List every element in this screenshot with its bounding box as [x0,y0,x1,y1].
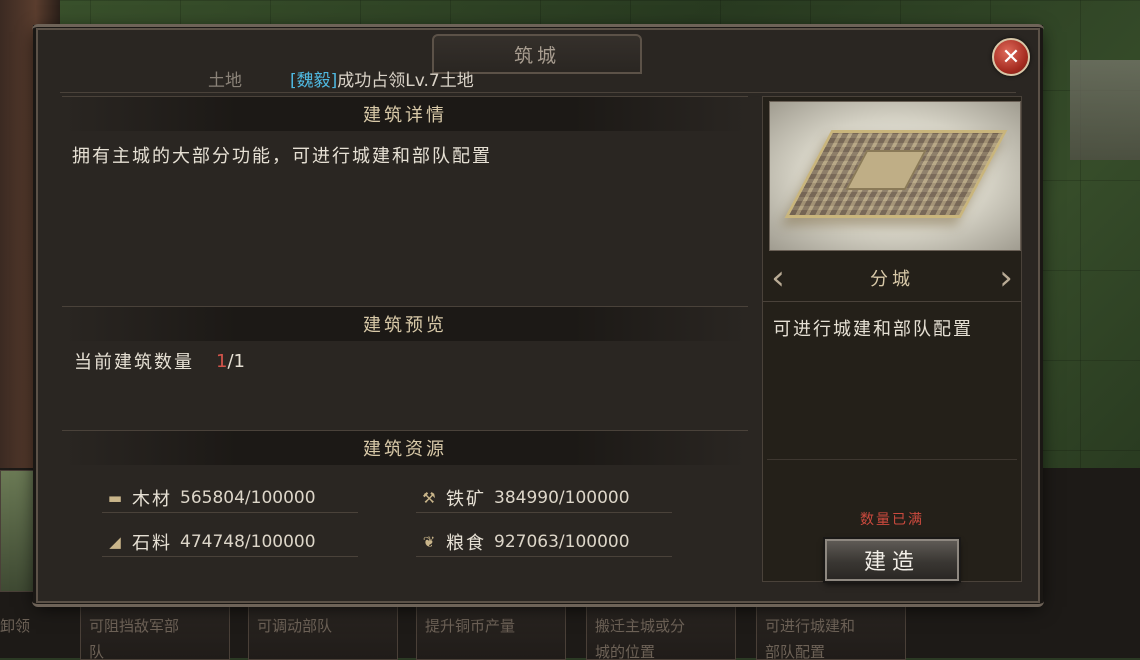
stone-icon: ◢ [109,533,121,551]
building-card-left-label: 卸领 [0,617,31,635]
resource-name: 石料 [132,533,172,554]
city-preview-image [769,101,1021,251]
resource-grain: ❦ 粮食 927063/100000 [416,528,672,557]
building-count-row: 当前建筑数量 1 /1 [74,348,245,374]
dialog-title: 筑城 [513,44,560,67]
resource-amount: 384990/100000 [494,488,630,508]
prev-arrow-icon[interactable]: ‹ [763,255,793,301]
section-header-detail: 建筑详情 [62,96,748,131]
grain-icon: ❦ [422,533,436,551]
building-count-label: 当前建筑数量 [74,352,194,373]
close-icon: ✕ [1001,44,1021,70]
resource-iron: ⚒ 铁矿 384990/100000 [416,484,672,513]
ticker-alliance-name[interactable]: [魏毅] [290,66,337,91]
resource-amount: 927063/100000 [494,532,630,552]
building-selector-panel: ‹ 分城 › 可进行城建和部队配置 数量已满 建造 [762,96,1022,582]
resource-stone: ◢ 石料 474748/100000 [102,528,358,557]
build-button[interactable]: 建造 [825,539,959,581]
wood-icon: ▬ [107,489,123,507]
next-arrow-icon[interactable]: › [991,255,1021,301]
dialog-frame-bottom [32,592,1044,607]
building-detail-text: 拥有主城的大部分功能，可进行城建和部队配置 [72,146,492,167]
iron-icon: ⚒ [422,489,436,507]
news-ticker: 土地 [魏毅] 成功占领Lv.7土地 [208,66,474,91]
resource-amount: 565804/100000 [180,488,316,508]
map-city-tile [1070,60,1140,160]
building-short-description: 可进行城建和部队配置 [773,319,973,340]
divider [767,459,1017,460]
section-header-preview: 建筑预览 [62,306,748,341]
building-info-panel: 建筑详情 拥有主城的大部分功能，可进行城建和部队配置 建筑预览 当前建筑数量 1… [62,96,748,578]
resource-wood: ▬ 木材 565804/100000 [102,484,358,513]
resource-name: 粮食 [446,533,486,554]
section-header-resources: 建筑资源 [62,430,748,465]
resource-name: 铁矿 [446,489,486,510]
build-city-dialog: 筑城 ✕ 土地 [魏毅] 成功占领Lv.7土地 建筑详情 拥有主城的大部分功能，… [32,24,1044,607]
building-count-total: /1 [227,350,245,372]
resource-name: 木材 [132,489,172,510]
resource-amount: 474748/100000 [180,532,316,552]
building-count-current: 1 [216,350,228,372]
ticker-prefix: 土地 [208,70,242,91]
close-button[interactable]: ✕ [992,38,1030,76]
divider [60,92,1016,93]
status-limit-reached: 数量已满 [860,512,924,528]
building-name: 分城 [870,269,914,290]
building-selector: ‹ 分城 › [763,255,1021,302]
ticker-message: 成功占领Lv.7土地 [337,70,474,91]
